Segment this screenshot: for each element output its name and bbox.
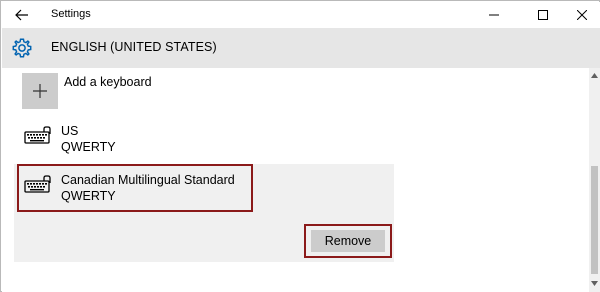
keyboard-item-us[interactable]: US QWERTY bbox=[14, 120, 394, 164]
minimize-icon bbox=[489, 14, 499, 16]
scroll-down-arrow-icon bbox=[591, 280, 598, 286]
remove-button-highlight: Remove bbox=[304, 224, 392, 258]
title-bar: Settings bbox=[2, 2, 600, 28]
settings-window: Settings ENGLISH (UNITED STATES) Add a k… bbox=[0, 0, 600, 292]
keyboard-layout: QWERTY bbox=[61, 140, 116, 154]
keyboard-icon bbox=[24, 175, 51, 193]
add-keyboard-label[interactable]: Add a keyboard bbox=[64, 75, 152, 89]
scroll-up-button[interactable] bbox=[589, 70, 600, 80]
keyboards-content: Add a keyboard US QWERTY Canadian Multil… bbox=[2, 68, 600, 292]
page-title: ENGLISH (UNITED STATES) bbox=[51, 40, 217, 54]
minimize-button[interactable] bbox=[477, 3, 511, 27]
remove-button[interactable]: Remove bbox=[311, 230, 385, 252]
keyboard-layout: QWERTY bbox=[61, 189, 116, 203]
maximize-button[interactable] bbox=[526, 3, 560, 27]
page-header: ENGLISH (UNITED STATES) bbox=[2, 28, 600, 68]
scroll-up-arrow-icon bbox=[591, 72, 598, 78]
selected-keyboard-highlight bbox=[17, 164, 253, 212]
back-button[interactable] bbox=[10, 4, 34, 26]
close-button[interactable] bbox=[565, 3, 599, 27]
plus-icon bbox=[33, 84, 47, 98]
keyboard-name: Canadian Multilingual Standard bbox=[61, 173, 235, 187]
window-title: Settings bbox=[51, 8, 91, 20]
back-arrow-icon bbox=[15, 9, 28, 21]
keyboard-item-canadian-multilingual[interactable]: Canadian Multilingual Standard QWERTY Re… bbox=[14, 164, 394, 262]
scroll-down-button[interactable] bbox=[589, 278, 600, 288]
scrollbar-thumb[interactable] bbox=[591, 166, 598, 274]
gear-icon bbox=[12, 38, 32, 58]
maximize-icon bbox=[538, 10, 548, 20]
vertical-scrollbar[interactable] bbox=[589, 68, 600, 292]
add-keyboard-button[interactable] bbox=[22, 73, 58, 109]
keyboard-name: US bbox=[61, 124, 79, 138]
close-icon bbox=[577, 10, 587, 20]
keyboard-icon bbox=[24, 126, 51, 144]
